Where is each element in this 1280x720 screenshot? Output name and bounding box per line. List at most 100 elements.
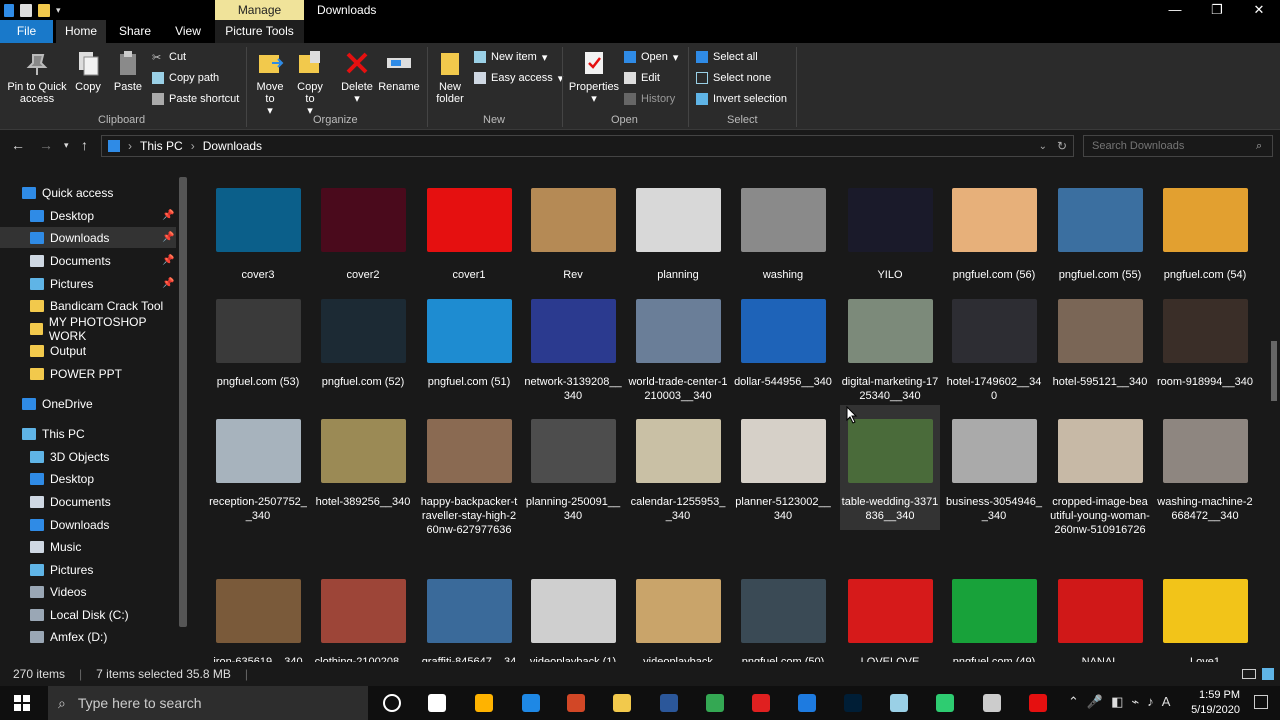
open-button[interactable]: Open ▾ [624,48,678,66]
file-tile[interactable]: Love1 [1155,565,1255,662]
sidebar-item[interactable]: Output [0,340,176,361]
file-tile[interactable]: hotel-389256__340 [313,405,413,530]
file-tile[interactable]: pngfuel.com (52) [313,285,413,410]
copy-button[interactable]: Copy [72,49,104,93]
file-tile[interactable]: world-trade-center-1210003__340 [628,285,728,410]
system-tray[interactable]: 1:59 PM 5/19/2020 [1191,686,1240,720]
sidebar-item[interactable]: Documents 📌 [0,250,176,271]
new-folder-icon[interactable] [38,3,50,17]
chrome-alt-icon[interactable] [475,694,493,712]
large-icons-view-icon[interactable] [1262,668,1274,680]
invert-selection-button[interactable]: Invert selection [696,90,787,108]
up-arrow-icon[interactable]: ↑ [81,137,88,153]
new-folder-button[interactable]: New folder [433,49,467,105]
delete-button[interactable]: Delete ▾ [340,49,374,105]
edit-button[interactable]: Edit [624,69,660,87]
file-tile[interactable]: planner-5123002__340 [733,405,833,530]
cortana-icon[interactable] [383,694,401,712]
file-tile[interactable]: business-3054946__340 [944,405,1044,530]
content-scrollbar-thumb[interactable] [1271,341,1277,401]
search-icon[interactable]: ⌕ [1256,140,1262,153]
down-arrow-icon[interactable] [4,3,14,17]
sidebar-item[interactable]: 3D Objects [0,446,176,467]
file-tile[interactable]: room-918994__340 [1155,285,1255,410]
file-tile[interactable]: LOVELOVE [840,565,940,662]
file-tile[interactable]: hotel-595121__340 [1050,285,1150,410]
file-tile[interactable]: network-3139208__340 [523,285,623,410]
file-tile[interactable]: reception-2507752__340 [208,405,308,530]
rename-button[interactable]: Rename [378,49,420,93]
paste-shortcut-button[interactable]: Paste shortcut [152,90,239,108]
breadcrumb-downloads[interactable]: Downloads [203,139,262,153]
sidebar-item[interactable]: Pictures 📌 [0,273,176,294]
copy-to-button[interactable]: Copy to ▾ [294,49,326,117]
select-all-button[interactable]: Select all [696,48,758,66]
recent-locations-icon[interactable]: ▾ [64,140,69,151]
powerpoint-icon[interactable] [567,694,585,712]
close-button[interactable]: ✕ [1238,0,1280,20]
new-item-button[interactable]: New item ▾ [474,48,547,66]
notepad-icon[interactable] [890,694,908,712]
record-icon[interactable] [1029,694,1047,712]
file-tile[interactable]: washing-machine-2668472__340 [1155,405,1255,530]
history-button[interactable]: History [624,90,675,108]
sidebar-item[interactable]: Music [0,536,176,557]
tab-share[interactable]: Share [110,20,160,43]
taskbar-search[interactable]: ⌕ Type here to search [48,686,368,720]
tray-icons[interactable]: ⌃🎤◧⌁♪A [1068,694,1178,710]
file-tile[interactable]: digital-marketing-1725340__340 [840,285,940,410]
file-tile[interactable]: hotel-1749602__340 [944,285,1044,410]
manage-context-tab[interactable]: Manage [215,0,304,20]
sidebar-item[interactable]: Documents [0,491,176,512]
cut-button[interactable]: ✂ Cut [152,48,186,66]
forward-arrow-icon[interactable]: → [39,137,53,153]
sidebar-item[interactable]: Downloads 📌 [0,227,176,248]
content-scrollbar[interactable] [1268,163,1280,660]
file-tile[interactable]: planning-250091__340 [523,405,623,530]
sidebar-item[interactable]: Downloads [0,514,176,535]
sidebar-item[interactable]: Local Disk (C:) [0,604,176,625]
sidebar-item[interactable]: POWER PPT [0,363,176,384]
sidebar-item[interactable]: This PC [0,423,176,444]
file-tile[interactable]: pngfuel.com (50) [733,565,833,662]
am-icon[interactable] [798,694,816,712]
tab-picture-tools[interactable]: Picture Tools [215,20,304,43]
app-green-icon[interactable] [936,694,954,712]
sidebar-item[interactable]: OneDrive [0,393,176,414]
file-tile[interactable]: calendar-1255953__340 [628,405,728,530]
chrome-icon[interactable] [706,694,724,712]
app-cloud-icon[interactable] [983,694,1001,712]
acrobat-icon[interactable] [752,694,770,712]
task-view-icon[interactable] [428,694,446,712]
edge-icon[interactable] [522,694,540,712]
minimize-button[interactable]: — [1154,0,1196,20]
file-explorer-icon[interactable] [613,694,631,712]
sidebar-item[interactable]: Pictures [0,559,176,580]
file-tile[interactable]: videoplayback (1) [523,565,623,662]
navigation-scrollbar-thumb[interactable] [179,177,187,627]
refresh-icon[interactable]: ↻ [1057,139,1067,153]
word-icon[interactable] [660,694,678,712]
back-arrow-icon[interactable]: ← [11,137,25,153]
file-tile[interactable]: iron-635619__340 [208,565,308,662]
file-tile[interactable]: cropped-image-beautiful-young-woman-260n… [1050,405,1150,536]
easy-access-button[interactable]: Easy access ▾ [474,69,563,87]
move-to-button[interactable]: Move to ▾ [254,49,286,117]
details-view-icon[interactable] [1242,669,1256,679]
paste-button[interactable]: Paste [110,49,146,93]
file-tile[interactable]: graffiti-845647__340 [419,565,519,662]
sidebar-item[interactable]: Desktop 📌 [0,205,176,226]
sidebar-item[interactable]: Amfex (D:) [0,626,176,647]
breadcrumb-this-pc[interactable]: This PC [140,139,183,153]
file-tile[interactable]: clothing-2100208__340 [313,565,413,662]
qat-dropdown-icon[interactable]: ▾ [56,5,61,16]
file-tile[interactable]: pngfuel.com (51) [419,285,519,410]
file-tile[interactable]: pngfuel.com (49) [944,565,1044,662]
tab-home[interactable]: Home [56,20,106,43]
tab-file[interactable]: File [0,20,53,43]
address-dropdown-icon[interactable]: ⌄ [1039,141,1047,152]
file-tile[interactable]: pngfuel.com (53) [208,285,308,410]
breadcrumb[interactable]: › This PC › Downloads ⌄ ↻ [101,135,1074,157]
file-tile[interactable]: happy-backpacker-traveller-stay-high-260… [419,405,519,536]
notifications-icon[interactable] [1254,695,1268,709]
